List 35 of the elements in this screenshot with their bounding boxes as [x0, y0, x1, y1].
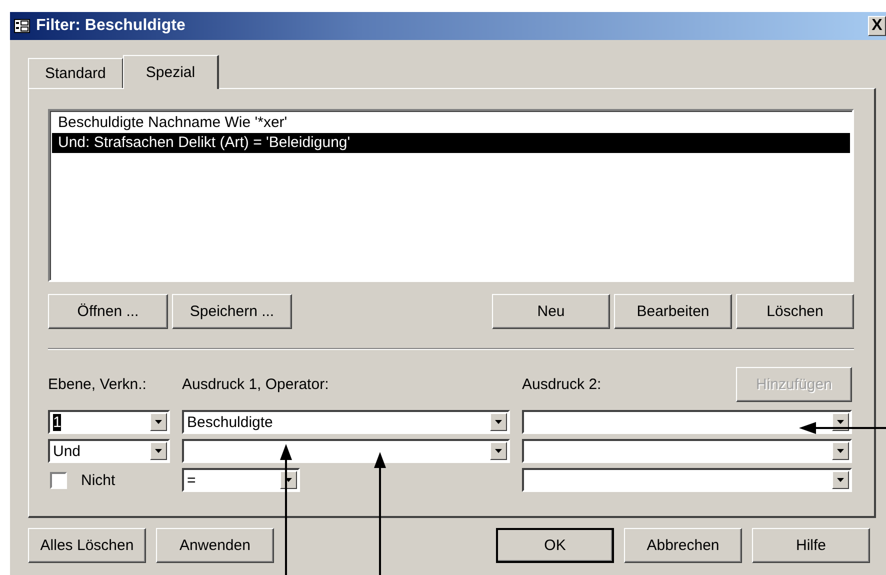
expression-label: Ausdruck 2:: [522, 376, 602, 392]
expression-label: Ausdruck 1, Operator:: [182, 376, 330, 392]
tab[interactable]: Standard: [28, 58, 123, 88]
dropdown[interactable]: =: [182, 468, 300, 492]
button[interactable]: Speichern ...: [172, 294, 292, 329]
filter-list[interactable]: Beschuldigte Nachname Wie '*xer' Und: Strafsachen Delikt (Art) = 'Beleidigung': [48, 109, 854, 282]
tab[interactable]: Spezial: [122, 55, 220, 89]
button[interactable]: Öffnen ...: [48, 294, 168, 329]
checkbox[interactable]: [50, 472, 67, 488]
button[interactable]: Alles Löschen: [28, 528, 146, 563]
dropdown-value: 1: [53, 414, 62, 430]
button[interactable]: Anwenden: [156, 528, 274, 563]
filter-row[interactable]: Beschuldigte Nachname Wie '*xer': [52, 113, 850, 133]
button[interactable]: Bearbeiten: [614, 294, 732, 329]
dropdown[interactable]: Und: [48, 439, 170, 463]
dropdown[interactable]: [522, 410, 852, 434]
button[interactable]: Löschen: [736, 294, 854, 329]
window-title: Filter: Beschuldigte: [36, 17, 186, 35]
dropdown[interactable]: [182, 439, 510, 463]
level-label: Ebene, Verkn.:: [48, 376, 148, 392]
dropdown[interactable]: [522, 468, 852, 492]
checkbox-label: Nicht: [81, 472, 116, 488]
button[interactable]: Hilfe: [752, 528, 870, 563]
dropdown[interactable]: Beschuldigte: [182, 410, 510, 434]
form-icon: [14, 19, 30, 33]
filter-row[interactable]: Und: Strafsachen Delikt (Art) = 'Beleidigung': [52, 133, 850, 153]
button[interactable]: OK: [496, 528, 614, 563]
dropdown-value: =: [187, 472, 196, 488]
dropdown-value: Beschuldigte: [187, 414, 273, 430]
button[interactable]: Abbrechen: [624, 528, 742, 563]
dropdown[interactable]: 1: [48, 410, 170, 434]
dropdown[interactable]: [522, 439, 852, 463]
close-button[interactable]: X: [868, 16, 886, 36]
dropdown-value: Und: [53, 442, 81, 460]
button[interactable]: Neu: [492, 294, 610, 329]
